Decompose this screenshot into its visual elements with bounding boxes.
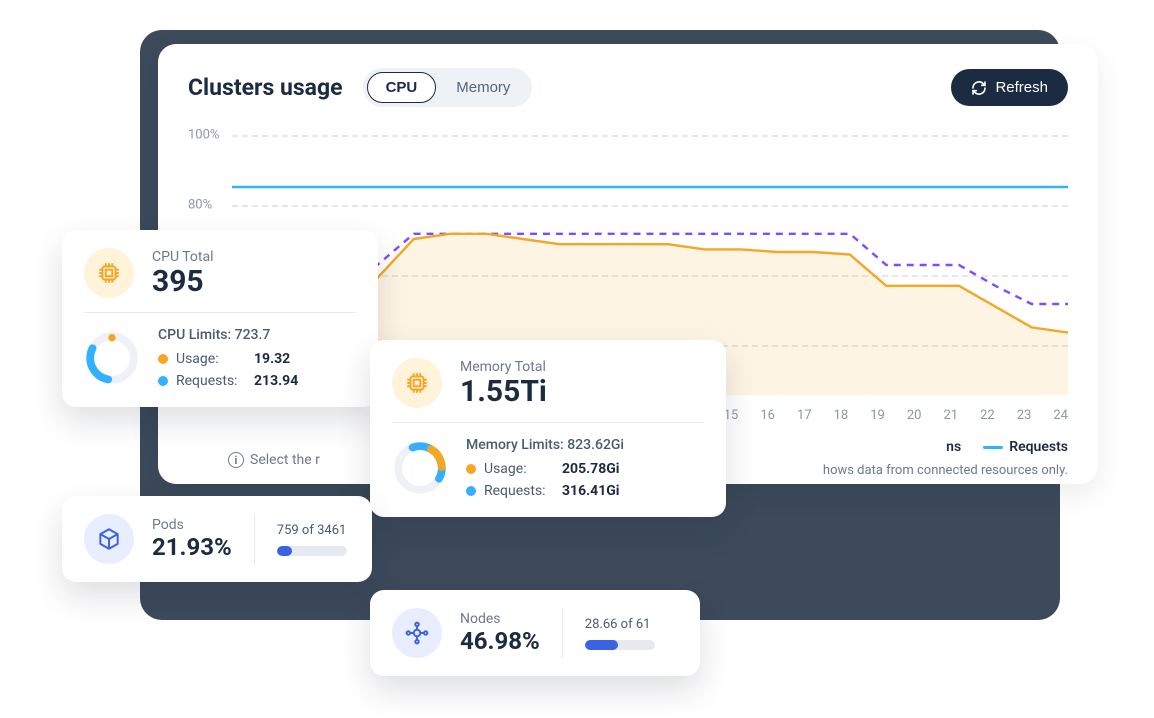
refresh-label: Refresh	[995, 79, 1048, 96]
chart-title: Clusters usage	[188, 74, 343, 101]
nodes-progress	[585, 640, 655, 650]
dot-requests-icon	[158, 376, 168, 386]
dot-usage-icon	[158, 354, 168, 364]
cpu-icon	[84, 248, 134, 298]
memory-usage-label: Usage:	[484, 461, 554, 477]
memory-total-card: Memory Total 1.55Ti Memory Limits: 823.6…	[370, 340, 726, 517]
x-tick: 17	[797, 408, 812, 423]
memory-donut-icon	[392, 440, 448, 496]
pods-card: Pods 21.93% 759 of 3461	[62, 496, 372, 582]
x-tick: 23	[1017, 408, 1032, 423]
y-tick: 100%	[188, 128, 219, 143]
cpu-total-card: CPU Total 395 CPU Limits: 723.7 Usage: 1…	[62, 230, 378, 407]
x-tick: 22	[980, 408, 995, 423]
tab-memory[interactable]: Memory	[438, 73, 528, 102]
legend-allocations: ns	[946, 439, 961, 455]
cpu-requests-value: 213.94	[254, 373, 318, 389]
legend-swatch-requests	[983, 446, 1003, 449]
cpu-limits-label: CPU Limits: 723.7	[158, 327, 318, 343]
cpu-usage-value: 19.32	[254, 351, 318, 367]
memory-usage-value: 205.78Gi	[562, 461, 626, 477]
refresh-icon	[971, 80, 987, 96]
x-tick: 24	[1053, 408, 1068, 423]
dot-usage-icon	[466, 464, 476, 474]
memory-total-label: Memory Total	[460, 359, 547, 375]
cpu-total-value: 395	[152, 265, 213, 298]
memory-requests-label: Requests:	[484, 483, 554, 499]
memory-icon	[392, 358, 442, 408]
y-tick: 80%	[188, 198, 212, 213]
cpu-requests-label: Requests:	[176, 373, 246, 389]
tab-cpu[interactable]: CPU	[367, 72, 437, 103]
nodes-sub: 28.66 of 61	[585, 617, 655, 632]
nodes-card: Nodes 46.98% 28.66 of 61	[370, 590, 700, 676]
memory-requests-value: 316.41Gi	[562, 483, 626, 499]
nodes-label: Nodes	[460, 611, 540, 627]
legend-requests: Requests	[983, 439, 1068, 455]
nodes-icon	[392, 608, 442, 658]
pods-value: 21.93%	[152, 533, 232, 561]
dot-requests-icon	[466, 486, 476, 496]
info-icon: i	[228, 452, 244, 468]
memory-limits-label: Memory Limits: 823.62Gi	[466, 437, 626, 453]
memory-total-value: 1.55Ti	[460, 375, 547, 408]
x-tick: 19	[870, 408, 885, 423]
x-tick: 20	[907, 408, 922, 423]
x-tick: 21	[944, 408, 959, 423]
x-tick: 16	[760, 408, 775, 423]
cpu-usage-label: Usage:	[176, 351, 246, 367]
refresh-button[interactable]: Refresh	[951, 69, 1068, 106]
pods-icon	[84, 514, 134, 564]
info-hint: i Select the r	[228, 452, 320, 468]
metric-toggle: CPU Memory	[363, 68, 533, 107]
pods-progress	[277, 546, 347, 556]
pods-sub: 759 of 3461	[277, 523, 347, 538]
pods-label: Pods	[152, 517, 232, 533]
x-tick: 18	[834, 408, 849, 423]
cpu-donut-icon	[84, 330, 140, 386]
chart-header: Clusters usage CPU Memory Refresh	[188, 68, 1068, 107]
cpu-total-label: CPU Total	[152, 249, 213, 265]
nodes-value: 46.98%	[460, 627, 540, 655]
